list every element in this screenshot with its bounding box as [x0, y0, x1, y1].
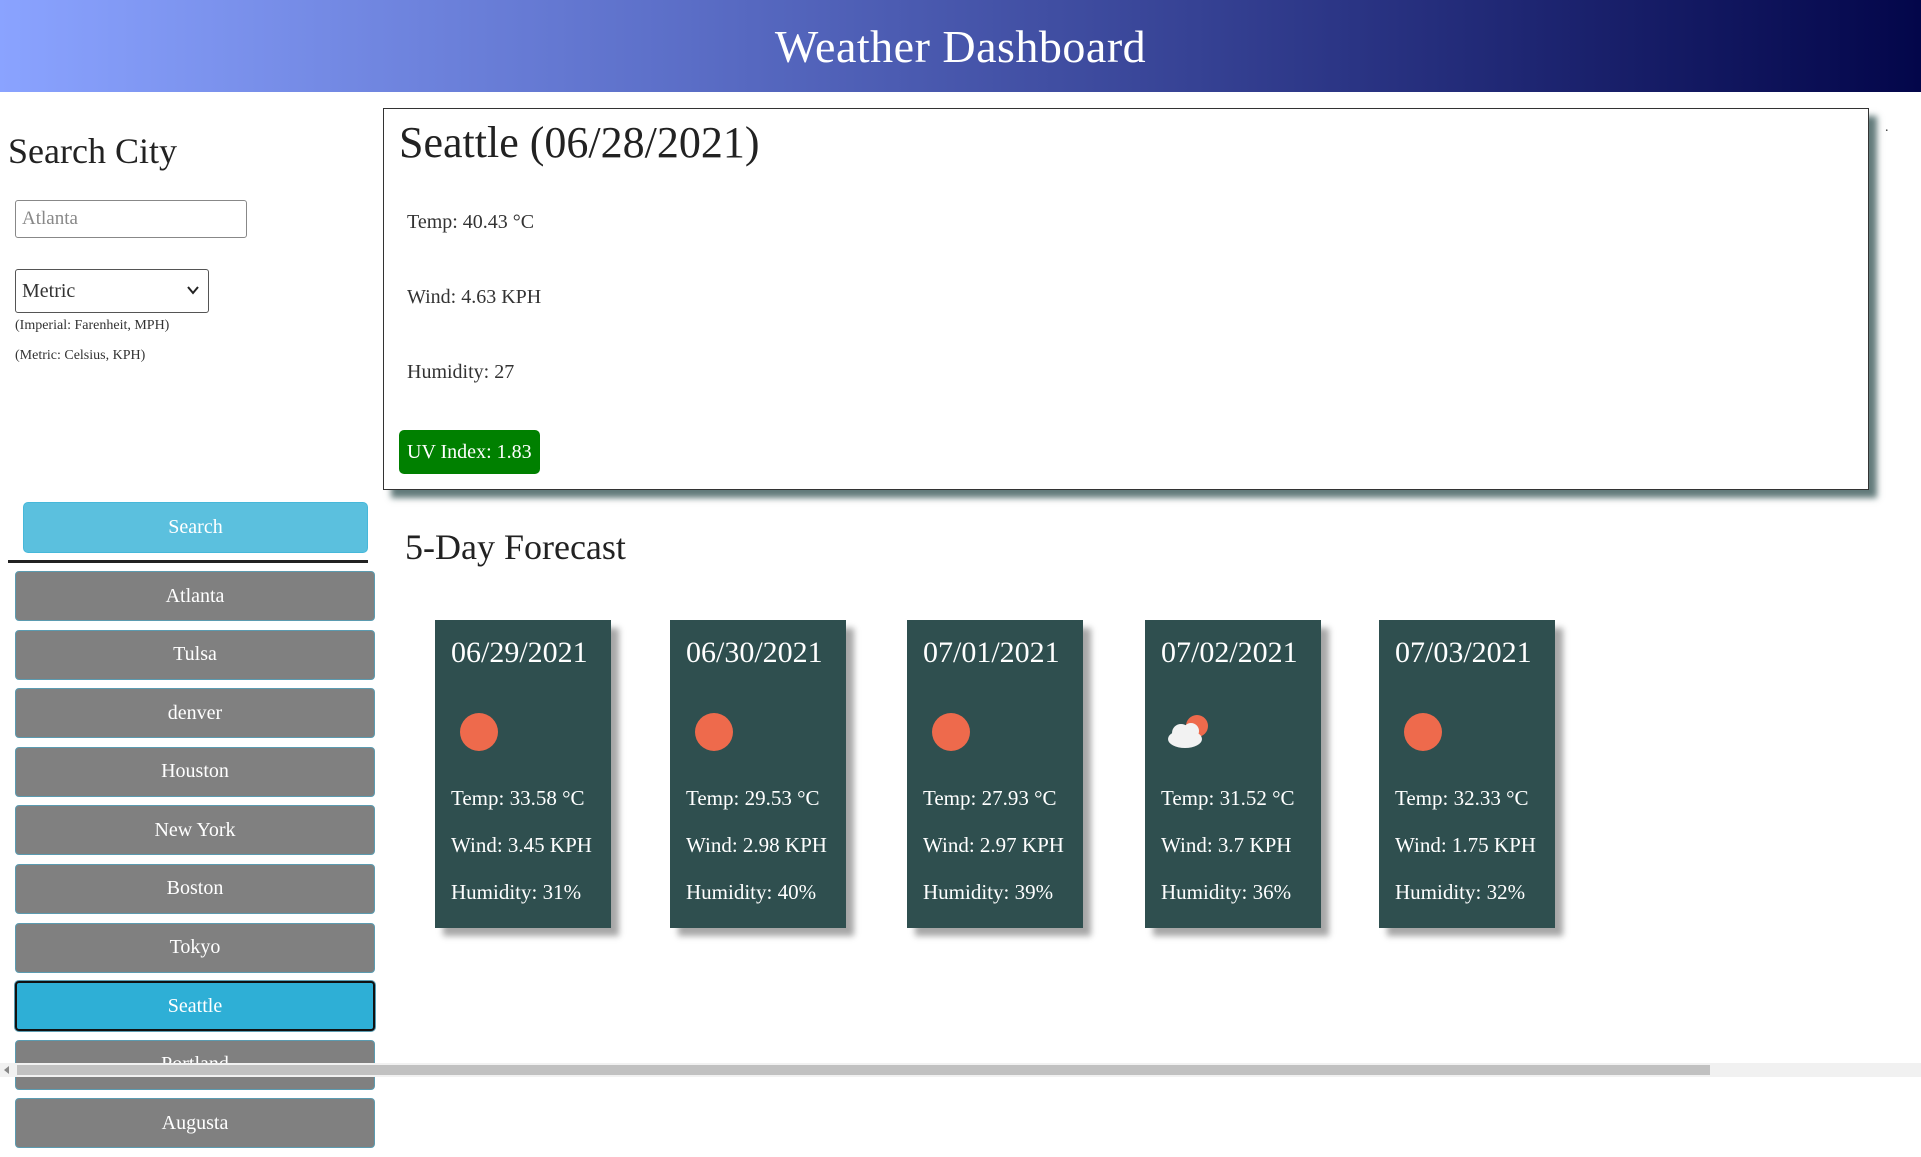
forecast-temp: Temp: 31.52 °C — [1161, 786, 1295, 810]
history-button-tokyo[interactable]: Tokyo — [15, 922, 375, 973]
unit-select-value: Metric — [22, 279, 76, 302]
history-button-augusta[interactable]: Augusta — [15, 1098, 375, 1149]
sun-icon — [451, 704, 507, 760]
partly-cloudy-icon — [1161, 704, 1217, 760]
forecast-temp: Temp: 27.93 °C — [923, 786, 1057, 810]
forecast-wind: Wind: 3.7 KPH — [1161, 833, 1292, 857]
forecast-card: 06/30/2021 Temp: 29.53 °C Wind: 2.98 KPH Hu… — [670, 620, 846, 928]
forecast-humidity: Humidity: 36% — [1161, 880, 1292, 904]
history-button-boston[interactable]: Boston — [15, 863, 375, 914]
current-temp: Temp: 40.43 °C — [407, 211, 535, 233]
scroll-left-arrow-icon[interactable] — [4, 1066, 9, 1074]
horizontal-scrollbar[interactable] — [0, 1063, 1921, 1077]
forecast-card: 06/29/2021 Temp: 33.58 °C Wind: 3.45 KPH Hu… — [435, 620, 611, 928]
sun-icon — [1395, 704, 1451, 760]
stray-dot: . — [1885, 120, 1889, 135]
forecast-humidity: Humidity: 39% — [923, 880, 1054, 904]
forecast-temp: Temp: 32.33 °C — [1395, 786, 1529, 810]
page-header: Weather Dashboard — [0, 0, 1921, 92]
forecast-humidity: Humidity: 32% — [1395, 880, 1526, 904]
forecast-wind: Wind: 1.75 KPH — [1395, 833, 1536, 857]
sidebar-divider — [8, 560, 368, 563]
forecast-wind: Wind: 2.98 KPH — [686, 833, 827, 857]
forecast-date: 07/02/2021 — [1161, 636, 1298, 669]
current-weather-card: Seattle (06/28/2021) Temp: 40.43 °C Wind… — [383, 108, 1869, 490]
history-button-new-york[interactable]: New York — [15, 805, 375, 856]
history-button-denver[interactable]: denver — [15, 688, 375, 739]
history-button-tulsa[interactable]: Tulsa — [15, 629, 375, 680]
unit-select[interactable]: Metric — [15, 269, 209, 313]
forecast-wind: Wind: 3.45 KPH — [451, 833, 592, 857]
chevron-down-icon — [187, 286, 199, 295]
forecast-date: 07/01/2021 — [923, 636, 1060, 669]
page-title: Weather Dashboard — [774, 20, 1147, 72]
search-title: Search City — [8, 131, 177, 171]
sun-icon — [686, 704, 742, 760]
forecast-date: 06/29/2021 — [451, 636, 588, 669]
forecast-temp: Temp: 33.58 °C — [451, 786, 585, 810]
forecast-card: 07/01/2021 Temp: 27.93 °C Wind: 2.97 KPH Hu… — [907, 620, 1083, 928]
history-button-houston[interactable]: Houston — [15, 746, 375, 797]
uv-index-badge: UV Index: 1.83 — [399, 430, 540, 474]
metric-hint: (Metric: Celsius, KPH) — [15, 348, 146, 363]
forecast-humidity: Humidity: 40% — [686, 880, 817, 904]
forecast-humidity: Humidity: 31% — [451, 880, 582, 904]
forecast-card: 07/03/2021 Temp: 32.33 °C Wind: 1.75 KPH Hu… — [1379, 620, 1555, 928]
forecast-date: 07/03/2021 — [1395, 636, 1532, 669]
current-wind: Wind: 4.63 KPH — [407, 286, 542, 308]
history-button-atlanta[interactable]: Atlanta — [15, 571, 375, 621]
search-button[interactable]: Search — [23, 502, 368, 553]
forecast-date: 06/30/2021 — [686, 636, 823, 669]
history-button-seattle[interactable]: Seattle — [15, 981, 375, 1032]
forecast-temp: Temp: 29.53 °C — [686, 786, 820, 810]
forecast-title: 5-Day Forecast — [405, 527, 626, 567]
current-city-heading: Seattle (06/28/2021) — [399, 118, 760, 167]
city-search-input[interactable] — [15, 200, 247, 238]
imperial-hint: (Imperial: Farenheit, MPH) — [15, 318, 170, 333]
forecast-wind: Wind: 2.97 KPH — [923, 833, 1064, 857]
current-humidity: Humidity: 27 — [407, 361, 515, 383]
sun-icon — [923, 704, 979, 760]
scrollbar-thumb[interactable] — [17, 1065, 1710, 1075]
forecast-card: 07/02/2021 Temp: 31.52 °C Wind: 3.7 KPH Hum… — [1145, 620, 1321, 928]
